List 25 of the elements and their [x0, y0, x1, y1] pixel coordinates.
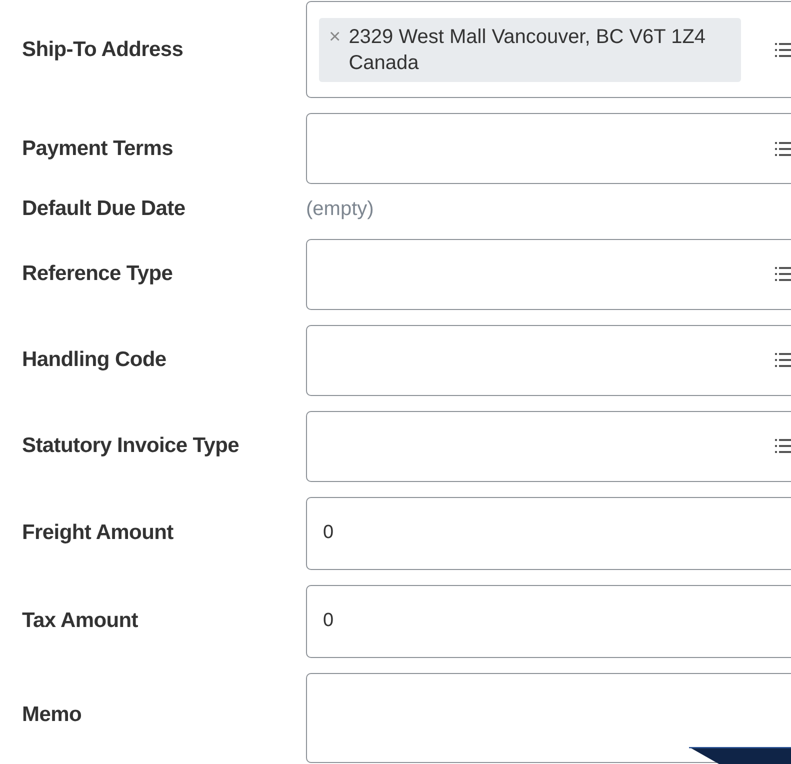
memo-field[interactable] [306, 672, 791, 762]
list-icon[interactable] [775, 142, 791, 156]
field-label: Tax Amount [21, 608, 139, 634]
field-label: Reference Type [21, 261, 174, 288]
field-label: Memo [21, 702, 82, 728]
select-field[interactable] [306, 113, 791, 184]
field-label: Ship-To Address [21, 36, 184, 63]
select-field[interactable] [306, 238, 791, 310]
list-icon[interactable] [775, 42, 791, 56]
text-field[interactable]: 0 [306, 496, 791, 570]
field-value: (empty) [306, 198, 374, 220]
text-field[interactable]: 0 [306, 584, 791, 658]
select-field[interactable] [306, 324, 791, 396]
select-field[interactable] [306, 410, 791, 482]
list-icon[interactable] [775, 439, 791, 453]
list-icon[interactable] [775, 267, 791, 281]
field-label: Payment Terms [21, 136, 174, 162]
field-label: Freight Amount [21, 520, 174, 546]
select-field[interactable]: × 2329 West Mall Vancouver, BC V6T 1Z4 Canada [306, 1, 791, 98]
field-label: Statutory Invoice Type [21, 433, 240, 460]
list-icon[interactable] [775, 353, 791, 367]
selected-item[interactable]: × 2329 West Mall Vancouver, BC V6T 1Z4 Canada [319, 18, 741, 82]
item-text: 2329 West Mall Vancouver, BC V6T 1Z4 Canada [348, 24, 707, 76]
field-label: Default Due Date [21, 196, 186, 222]
field-label: Handling Code [21, 347, 168, 374]
